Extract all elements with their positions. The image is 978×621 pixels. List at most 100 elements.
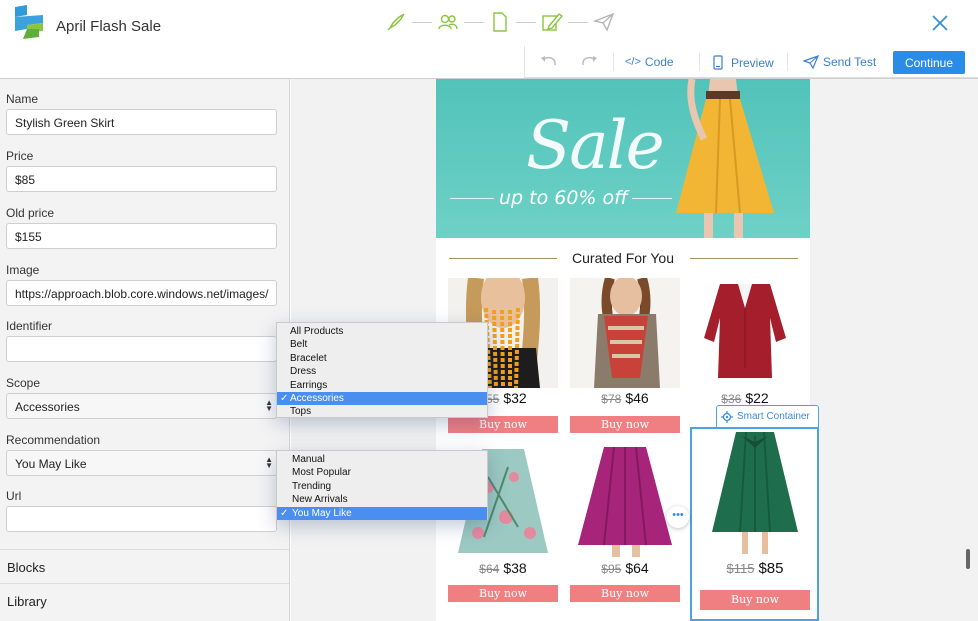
check-icon: ✓: [280, 392, 289, 404]
menu-item[interactable]: New Arrivals: [277, 493, 487, 506]
code-label: Code: [644, 55, 674, 69]
hero-banner[interactable]: Sale up to 60% off: [436, 79, 810, 238]
scope-dropdown-menu[interactable]: All Products Belt Bracelet Dress Earring…: [276, 322, 488, 418]
menu-item[interactable]: Earrings: [277, 379, 487, 392]
hero-subtitle: up to 60% off: [499, 187, 628, 209]
recommendation-dropdown-menu[interactable]: Manual Most Popular Trending New Arrival…: [276, 450, 488, 520]
document-icon[interactable]: [488, 10, 512, 34]
recommendation-select-value: You May Like: [15, 457, 87, 471]
product-card[interactable]: $115 $85 Buy now: [700, 432, 810, 612]
new-price: $38: [503, 560, 527, 576]
continue-button[interactable]: Continue: [893, 51, 965, 74]
properties-panel: Name Stylish Green Skirt Price $85 Old p…: [0, 79, 290, 621]
url-field[interactable]: [6, 506, 277, 532]
menu-item[interactable]: Most Popular: [277, 466, 487, 479]
step-connector: [568, 21, 588, 23]
gear-icon: [721, 410, 733, 423]
editor-toolbar: </> Code Preview Send Test Continue: [524, 46, 978, 78]
redo-icon[interactable]: [579, 54, 599, 70]
app-logo-icon: [15, 5, 43, 39]
product-price: $36 $22: [690, 390, 800, 406]
identifier-field[interactable]: [6, 336, 277, 362]
buy-now-button[interactable]: Buy now: [700, 590, 810, 610]
identifier-label: Identifier: [6, 319, 53, 333]
scroll-indicator[interactable]: [966, 549, 970, 569]
url-label: Url: [6, 489, 22, 503]
new-price: $64: [625, 560, 649, 576]
menu-item[interactable]: Belt: [277, 338, 487, 351]
old-price: $64: [479, 562, 500, 576]
heading-rule: [690, 258, 798, 259]
menu-item[interactable]: Dress: [277, 365, 487, 378]
design-pen-icon[interactable]: [540, 10, 564, 34]
product-card[interactable]: $95 $64 Buy now: [570, 447, 680, 603]
name-label: Name: [6, 92, 39, 106]
old-price-field[interactable]: $155: [6, 223, 277, 249]
menu-item-selected[interactable]: ✓ Accessories: [277, 391, 487, 406]
undo-icon[interactable]: [539, 54, 559, 70]
step-connector: [412, 21, 432, 23]
product-image: [570, 447, 680, 557]
select-arrows-icon: ▲ ▼: [265, 398, 273, 413]
smart-container-tag[interactable]: Smart Container: [716, 405, 819, 427]
scope-select[interactable]: Accessories ▲ ▼: [6, 393, 277, 419]
product-card[interactable]: $36 $22: [690, 278, 800, 408]
buy-now-button[interactable]: Buy now: [570, 585, 680, 602]
step-connector: [464, 21, 484, 23]
menu-item-selected[interactable]: ✓ You May Like: [277, 506, 487, 520]
recommendation-label: Recommendation: [6, 433, 101, 447]
send-test-label: Send Test: [823, 55, 877, 69]
old-price: $36: [721, 392, 742, 406]
price-label: Price: [6, 149, 34, 163]
model-image: [676, 79, 774, 238]
hero-rule: [632, 198, 672, 199]
step-connector: [516, 21, 536, 23]
send-test-button[interactable]: Send Test: [803, 55, 876, 69]
product-card[interactable]: $78 $46 Buy now: [570, 278, 680, 434]
scope-label: Scope: [6, 376, 41, 390]
campaign-title: April Flash Sale: [56, 18, 162, 35]
menu-item[interactable]: Trending: [277, 480, 487, 493]
product-image: [570, 278, 680, 388]
menu-item[interactable]: Tops: [277, 405, 487, 418]
new-price: $32: [503, 390, 527, 406]
paper-plane-icon: [803, 55, 819, 69]
recommendation-select[interactable]: You May Like ▲ ▼: [6, 450, 277, 476]
code-button[interactable]: </> Code: [625, 55, 674, 69]
library-section[interactable]: Library: [0, 583, 289, 617]
more-options-icon[interactable]: •••: [667, 506, 689, 528]
buy-now-button[interactable]: Buy now: [570, 416, 680, 433]
toolbar-divider: [699, 53, 700, 71]
menu-item[interactable]: Bracelet: [277, 352, 487, 365]
product-price: $115 $85: [700, 560, 810, 577]
close-icon[interactable]: [930, 13, 950, 33]
top-header: April Flash Sale: [0, 0, 978, 46]
wizard-steps: [384, 10, 616, 34]
product-image: [690, 278, 800, 388]
preview-button[interactable]: Preview: [713, 55, 774, 70]
smart-container-label: Smart Container: [737, 411, 810, 422]
hero-title: Sale: [526, 107, 665, 184]
scope-select-value: Accessories: [15, 400, 80, 414]
buy-now-button[interactable]: Buy now: [448, 585, 558, 602]
blocks-section[interactable]: Blocks: [0, 549, 289, 583]
image-url-field[interactable]: https://approach.blob.core.windows.net/i…: [6, 280, 277, 306]
audience-icon[interactable]: [436, 10, 460, 34]
menu-item[interactable]: All Products: [277, 325, 487, 338]
old-price: $115: [726, 561, 755, 576]
product-price: $78 $46: [570, 390, 680, 406]
rocket-icon[interactable]: [384, 10, 408, 34]
new-price: $85: [758, 560, 784, 577]
hero-rule: [450, 198, 494, 199]
product-price: $95 $64: [570, 560, 680, 576]
price-field[interactable]: $85: [6, 166, 277, 192]
name-field[interactable]: Stylish Green Skirt: [6, 109, 277, 135]
send-plane-icon[interactable]: [592, 10, 616, 34]
code-icon: </>: [625, 56, 641, 68]
preview-label: Preview: [731, 55, 774, 70]
old-price-label: Old price: [6, 206, 55, 220]
new-price: $46: [625, 390, 649, 406]
product-price: $64 $38: [448, 560, 558, 576]
toolbar-divider: [787, 53, 788, 71]
menu-item[interactable]: Manual: [277, 453, 487, 466]
